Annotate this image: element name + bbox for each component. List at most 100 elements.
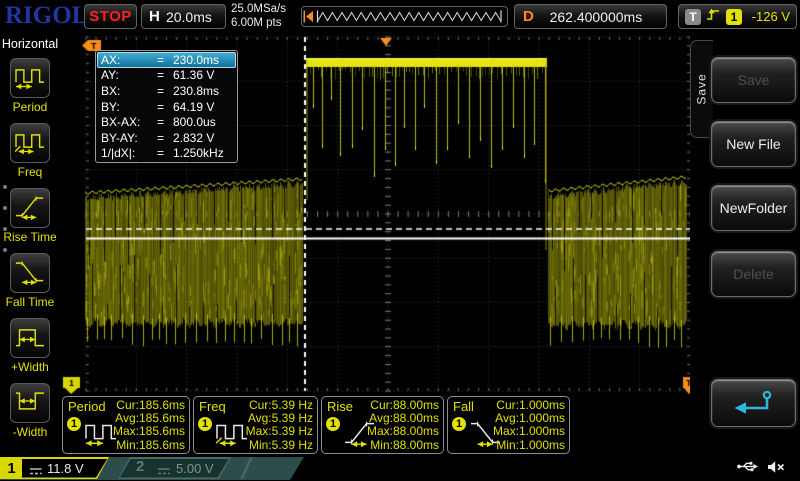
- menu-item-freq[interactable]: [10, 123, 50, 163]
- channel-1-coupling-icon: [28, 463, 43, 481]
- measurement-name: Freq: [199, 399, 226, 414]
- fall-icon: [14, 257, 46, 290]
- nwidth-icon: [14, 387, 46, 420]
- measurement-line: Min:5.39 Hz: [246, 439, 313, 452]
- sample-rate: 25.0MSa/s: [231, 3, 286, 17]
- menu-scroll-dot: [3, 206, 7, 210]
- menu-scroll-dot: [3, 248, 7, 252]
- acquisition-info: 25.0MSa/s 6.00M pts: [231, 3, 286, 30]
- menu-item-label: +Width: [0, 360, 60, 374]
- measurement-panel-period: Period1Cur:185.6msAvg:185.6msMax:185.6ms…: [62, 396, 190, 454]
- pwidth-icon: [14, 322, 46, 355]
- return-button[interactable]: [711, 379, 796, 427]
- measurement-panel-freq: Freq1Cur:5.39 HzAvg:5.39 HzMax:5.39 HzMi…: [193, 396, 318, 454]
- cursor-row-label: BY-AY:: [101, 131, 157, 145]
- menu-button-newfolder[interactable]: NewFolder: [711, 185, 796, 231]
- measurement-channel-badge: 1: [326, 417, 340, 431]
- channel-1-tab[interactable]: 1 11.8 V: [0, 457, 110, 479]
- measurement-line: Max:88.00ms: [367, 425, 439, 438]
- cursor-row-ax: AX:=230.0ms: [97, 52, 236, 68]
- menu-item-label: Rise Time: [0, 230, 60, 244]
- trigger-box[interactable]: T 1 -126 V: [678, 4, 797, 29]
- cursor-row-by: BY:=64.19 V: [97, 99, 236, 115]
- measurement-line: Min:88.00ms: [367, 439, 439, 452]
- menu-button-new-file[interactable]: New File: [711, 121, 796, 167]
- equals-sign: =: [157, 53, 173, 67]
- channel-1-number: 1: [2, 459, 22, 478]
- equals-sign: =: [157, 84, 173, 98]
- save-menu-tab[interactable]: Save: [690, 40, 713, 138]
- cursor-row-label: BX-AX:: [101, 115, 157, 129]
- channel-2-coupling-icon: [156, 463, 171, 481]
- cursor-row-ay: AY:=61.36 V: [97, 68, 236, 84]
- cursor-row-label: AX:: [101, 53, 157, 67]
- cursor-row-1-dx: 1/|dX|:=1.250kHz: [97, 146, 236, 162]
- measurement-line: Max:5.39 Hz: [246, 425, 313, 438]
- horizontal-scale-box[interactable]: H 20.0ms: [141, 4, 226, 29]
- channel-1-scale: 11.8 V: [47, 461, 84, 476]
- channel-2-tab[interactable]: 2 5.00 V: [118, 457, 231, 479]
- save-tab-label: Save: [695, 73, 709, 104]
- cursor-row-label: BX:: [101, 84, 157, 98]
- h-scale-value: 20.0ms: [160, 9, 218, 25]
- measurement-name: Period: [68, 399, 106, 414]
- freq-icon: [14, 127, 46, 160]
- menu-item-fall-time[interactable]: [10, 253, 50, 293]
- measurement-name: Fall: [453, 399, 474, 414]
- measurement-line: Min:1.000ms: [493, 439, 565, 452]
- channel-2-number: 2: [136, 458, 144, 475]
- return-arrow-icon: [730, 387, 778, 420]
- trigger-label: T: [685, 9, 701, 25]
- equals-sign: =: [157, 68, 173, 82]
- cursor-readout-panel: AX:=230.0msAY:=61.36 VBX:=230.8msBY:=64.…: [95, 50, 238, 163]
- equals-sign: =: [157, 131, 173, 145]
- menu-button-delete[interactable]: Delete: [711, 251, 796, 297]
- measurement-line: Min:185.6ms: [113, 439, 185, 452]
- menu-item-rise-time[interactable]: [10, 188, 50, 228]
- rise-icon: [14, 192, 46, 225]
- menu-scroll-dot: [3, 185, 7, 189]
- memory-waveform-thumbnail: [302, 7, 507, 26]
- freq-icon: [214, 417, 250, 452]
- period-icon: [14, 62, 46, 95]
- horizontal-measure-menu: Horizontal Period Freq Rise Time Fall Time +…: [0, 33, 60, 457]
- rigol-logo: RIGOL: [5, 2, 88, 30]
- menu-item-period[interactable]: [10, 58, 50, 98]
- measurement-panel-fall: Fall1Cur:1.000msAvg:1.000msMax:1.000msMi…: [447, 396, 570, 454]
- menu-item-width[interactable]: [10, 318, 50, 358]
- measurement-channel-badge: 1: [67, 417, 81, 431]
- menu-item-label: -Width: [0, 425, 60, 439]
- cursor-row-value: 230.8ms: [173, 84, 232, 98]
- memory-depth: 6.00M pts: [231, 17, 286, 31]
- equals-sign: =: [157, 146, 173, 160]
- cursor-row-label: 1/|dX|:: [101, 146, 157, 160]
- measure-menu-title: Horizontal: [0, 37, 60, 51]
- usb-icon: [736, 459, 759, 479]
- cursor-row-value: 230.0ms: [173, 53, 232, 67]
- speaker-muted-icon: [766, 460, 785, 479]
- menu-item-label: Fall Time: [0, 295, 60, 309]
- delay-box[interactable]: D 262.400000ms: [514, 4, 667, 29]
- menu-button-save[interactable]: Save: [711, 57, 796, 103]
- cursor-row-value: 800.0us: [173, 115, 232, 129]
- menu-item-width[interactable]: [10, 383, 50, 423]
- trigger-level-value: -126 V: [747, 9, 790, 24]
- cursor-row-label: AY:: [101, 68, 157, 82]
- measurement-panel-rise: Rise1Cur:88.00msAvg:88.00msMax:88.00msMi…: [321, 396, 444, 454]
- delay-label: D: [523, 8, 534, 25]
- run-state-badge[interactable]: STOP: [84, 4, 137, 29]
- cursor-row-value: 61.36 V: [173, 68, 232, 82]
- cursor-row-value: 2.832 V: [173, 131, 232, 145]
- cursor-row-label: BY:: [101, 100, 157, 114]
- menu-item-label: Freq: [0, 165, 60, 179]
- oscilloscope-screen: RIGOL STOP H 20.0ms 25.0MSa/s 6.00M pts …: [0, 0, 800, 480]
- measurement-channel-badge: 1: [452, 417, 466, 431]
- menu-item-label: Period: [0, 100, 60, 114]
- measurement-line: Max:1.000ms: [493, 425, 565, 438]
- cursor-row-by-ay: BY-AY:=2.832 V: [97, 130, 236, 146]
- channel-2-scale: 5.00 V: [176, 461, 214, 476]
- cursor-row-bx-ax: BX-AX:=800.0us: [97, 114, 236, 130]
- equals-sign: =: [157, 115, 173, 129]
- trigger-source-badge: 1: [726, 9, 742, 25]
- menu-scroll-dot: [3, 227, 7, 231]
